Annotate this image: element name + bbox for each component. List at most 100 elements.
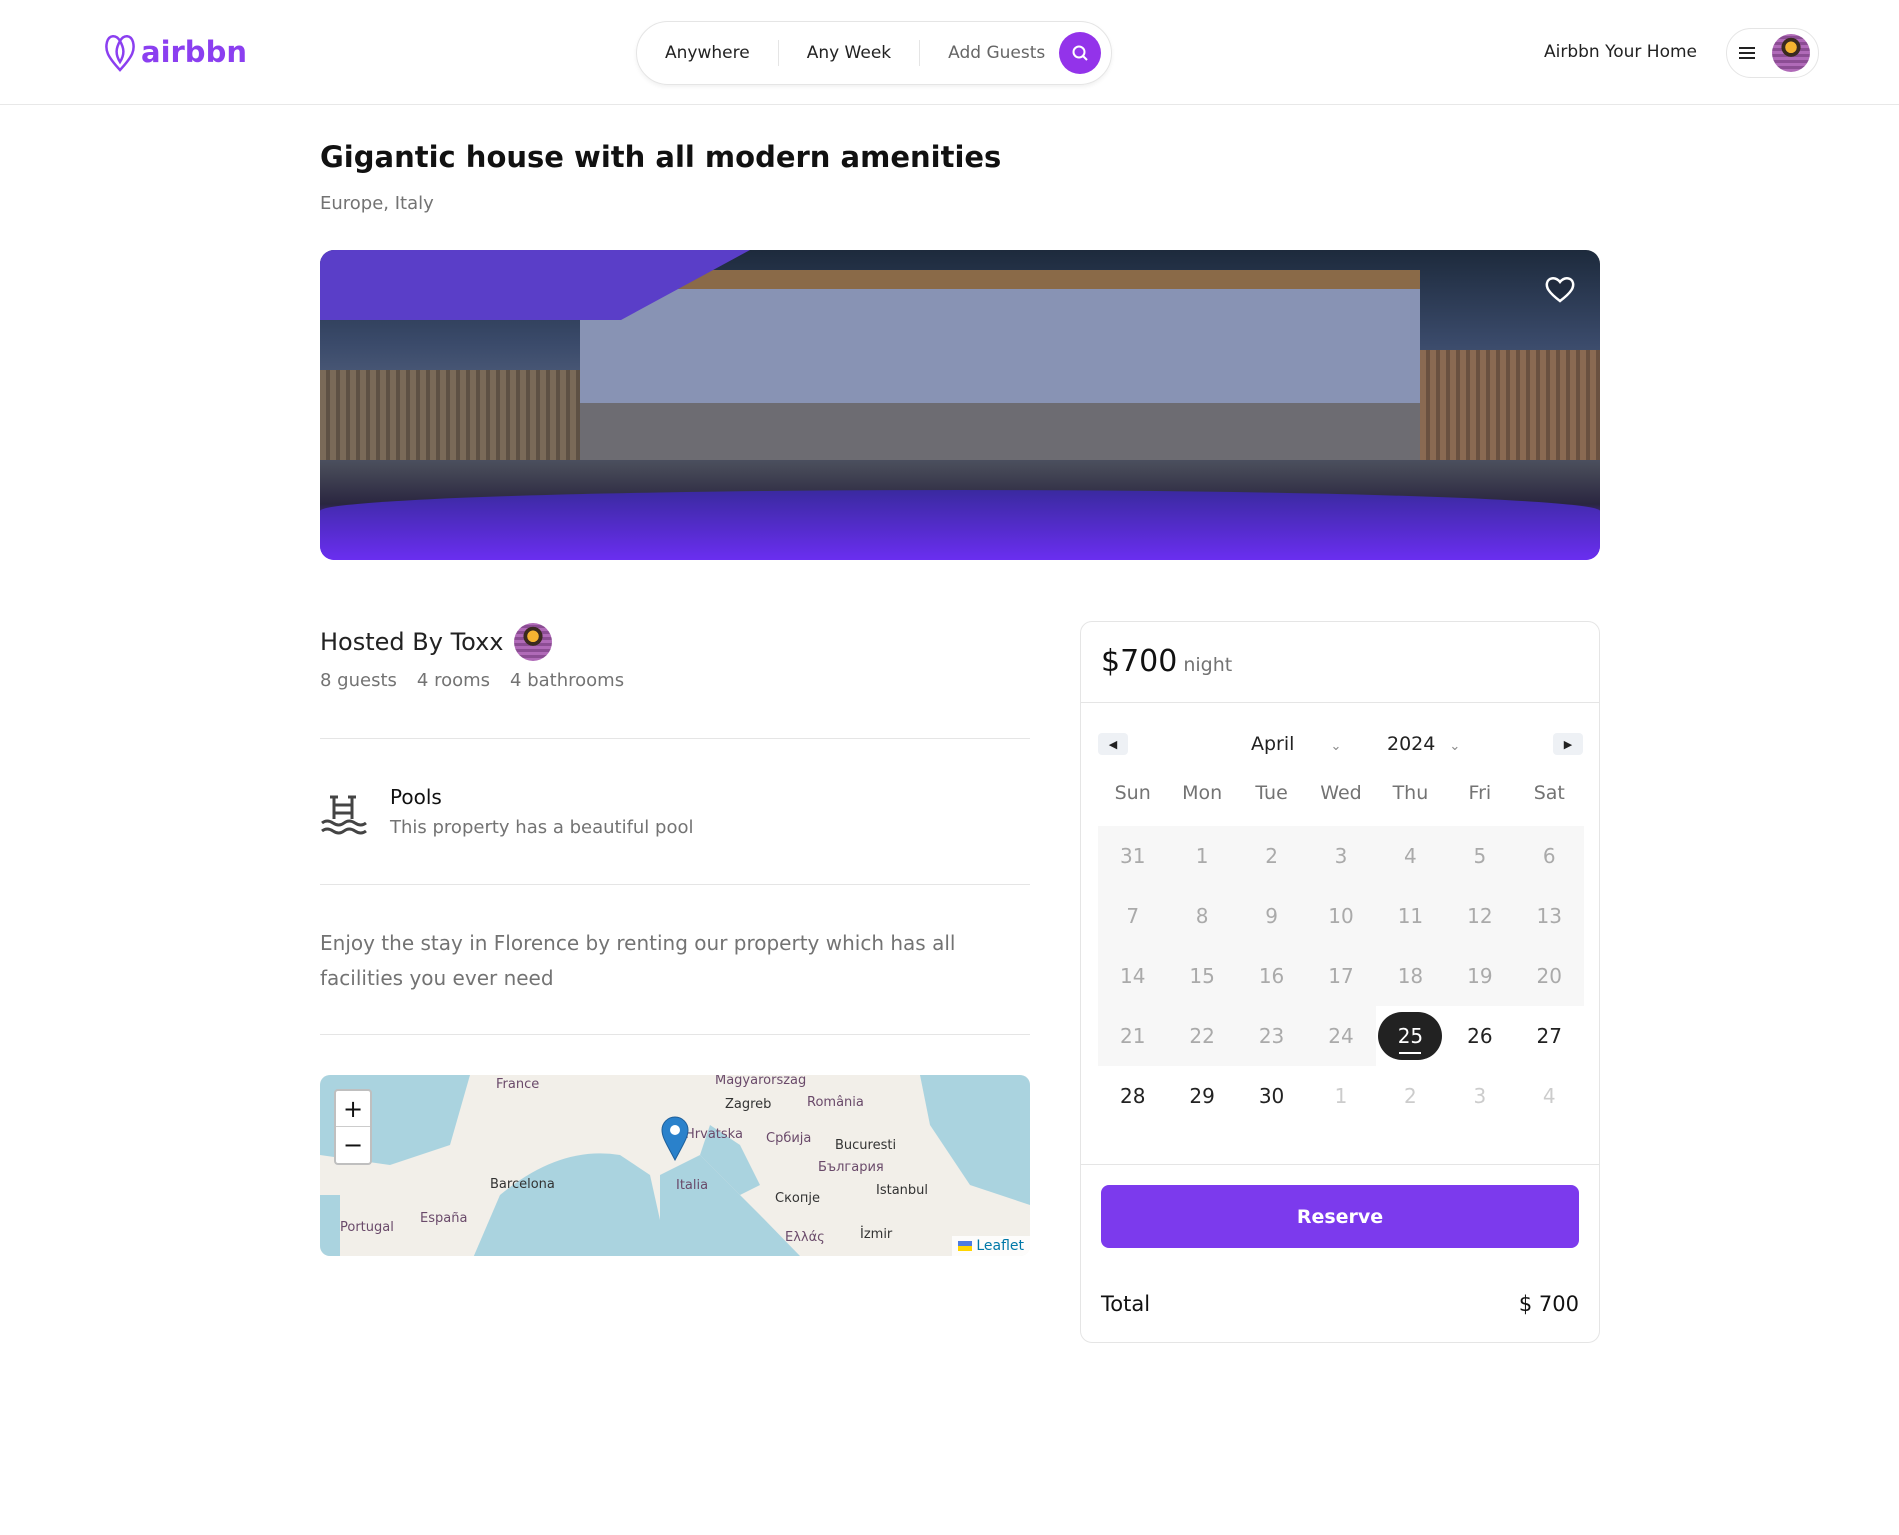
day-number: 5	[1473, 844, 1487, 868]
total-row: Total $ 700	[1101, 1292, 1579, 1316]
divider	[1081, 1164, 1599, 1165]
search-bar[interactable]: Anywhere Any Week Add Guests	[636, 21, 1112, 85]
day-number: 30	[1258, 1084, 1285, 1108]
search-any-week[interactable]: Any Week	[779, 40, 921, 66]
day-number: 3	[1334, 844, 1348, 868]
prev-month-button[interactable]: ◀	[1098, 733, 1128, 755]
year-select[interactable]: 2024 ⌄	[1387, 733, 1460, 755]
map-label: España	[420, 1211, 468, 1226]
divider	[320, 1034, 1030, 1035]
map-attribution: Leaflet	[952, 1236, 1030, 1256]
day-number: 13	[1536, 904, 1562, 928]
calendar-day: 23	[1236, 1006, 1307, 1066]
month-value: April	[1251, 733, 1295, 755]
calendar-day: 15	[1167, 946, 1237, 1006]
user-menu-button[interactable]	[1726, 28, 1819, 78]
day-number: 1	[1334, 1084, 1348, 1108]
calendar-day: 2	[1236, 826, 1307, 886]
day-number: 3	[1473, 1084, 1487, 1108]
map-label: İzmir	[860, 1227, 893, 1242]
map-label: Ελλάς	[785, 1230, 825, 1245]
day-number: 14	[1119, 964, 1146, 988]
zoom-in-button[interactable]: +	[336, 1091, 370, 1127]
day-number: 21	[1119, 1024, 1146, 1048]
calendar-day: 4	[1375, 826, 1446, 886]
map-label: România	[807, 1095, 864, 1110]
calendar-day: 1	[1167, 826, 1237, 886]
pool-icon	[321, 795, 367, 835]
map-label: Hrvatska	[685, 1127, 743, 1142]
total-label: Total	[1101, 1292, 1151, 1316]
calendar-day[interactable]: 28	[1098, 1066, 1167, 1126]
calendar-day: 9	[1236, 886, 1307, 946]
day-number: 26	[1467, 1024, 1493, 1048]
map-label: България	[818, 1160, 884, 1175]
calendar-day[interactable]: 29	[1167, 1066, 1236, 1126]
bathrooms-count: 4 bathrooms	[510, 670, 625, 691]
day-number: 11	[1397, 904, 1424, 928]
logo[interactable]: airbbn	[103, 32, 247, 72]
day-number: 8	[1195, 904, 1209, 928]
day-number: 17	[1328, 964, 1354, 988]
calendar-day: 5	[1445, 826, 1515, 886]
map-label: Barcelona	[490, 1177, 555, 1192]
guests-count: 8 guests	[320, 670, 397, 691]
calendar-day: 12	[1445, 886, 1515, 946]
calendar-day[interactable]: 26	[1445, 1006, 1514, 1066]
day-number: 15	[1189, 964, 1215, 988]
avatar	[1772, 34, 1810, 72]
booking-card: $700 night ◀ April ⌄ 2024 ⌄ ▶ Sun Mon Tue Wed T…	[1080, 621, 1600, 1343]
host-name: Hosted By Toxx	[320, 628, 504, 656]
map-marker-icon[interactable]	[660, 1115, 690, 1161]
listing-image	[320, 250, 1600, 560]
calendar-day: 16	[1236, 946, 1307, 1006]
day-number: 16	[1258, 964, 1285, 988]
calendar-day: 31	[1098, 826, 1168, 886]
day-number: 24	[1328, 1024, 1354, 1048]
calendar-day: 19	[1445, 946, 1515, 1006]
logo-icon	[105, 35, 135, 72]
calendar-day: 4	[1515, 1066, 1584, 1126]
search-add-guests[interactable]: Add Guests	[920, 40, 1059, 66]
day-number: 20	[1536, 964, 1562, 988]
heart-icon[interactable]	[1544, 274, 1576, 304]
caret-left-icon: ◀	[1108, 737, 1118, 751]
day-number: 27	[1536, 1024, 1562, 1048]
day-number: 2	[1404, 1084, 1417, 1108]
search-anywhere[interactable]: Anywhere	[637, 40, 779, 66]
map-label: Istanbul	[876, 1183, 929, 1198]
calendar-day: 2	[1376, 1066, 1445, 1126]
calendar-day: 1	[1306, 1066, 1375, 1126]
ukraine-flag-icon	[958, 1241, 973, 1251]
calendar-day[interactable]: 27	[1515, 1006, 1584, 1066]
calendar-day: 10	[1306, 886, 1376, 946]
reserve-button[interactable]: Reserve	[1101, 1185, 1579, 1248]
next-month-button[interactable]: ▶	[1553, 733, 1583, 755]
search-icon	[1072, 45, 1088, 61]
day-number: 7	[1126, 904, 1140, 928]
leaflet-link[interactable]: Leaflet	[976, 1238, 1024, 1254]
day-number: 6	[1542, 844, 1556, 868]
page-title: Gigantic house with all modern amenities	[320, 140, 1002, 174]
calendar-day[interactable]: 30	[1237, 1066, 1306, 1126]
day-number: 23	[1258, 1024, 1285, 1048]
calendar-day: 3	[1445, 1066, 1514, 1126]
weekday-label: Fri	[1468, 782, 1492, 804]
map-label: Скопје	[775, 1191, 820, 1206]
zoom-out-button[interactable]: −	[336, 1127, 370, 1163]
weekday-label: Thu	[1392, 782, 1429, 804]
map-zoom-control: + −	[334, 1089, 372, 1165]
calendar-day: 3	[1306, 826, 1376, 886]
calendar-day[interactable]: 25	[1376, 1006, 1445, 1066]
divider	[320, 884, 1030, 885]
day-number: 19	[1467, 964, 1493, 988]
search-button[interactable]	[1059, 32, 1102, 74]
year-value: 2024	[1387, 733, 1436, 755]
airbbn-your-home-link[interactable]: Airbbn Your Home	[1544, 42, 1697, 62]
host-avatar	[513, 623, 552, 661]
map-label: Portugal	[340, 1220, 394, 1235]
month-select[interactable]: April ⌄	[1251, 733, 1341, 755]
map[interactable]: France Magyarorszag Zagreb România Hrvat…	[320, 1075, 1030, 1256]
calendar-day: 18	[1375, 946, 1446, 1006]
map-label: Bucuresti	[835, 1138, 897, 1153]
